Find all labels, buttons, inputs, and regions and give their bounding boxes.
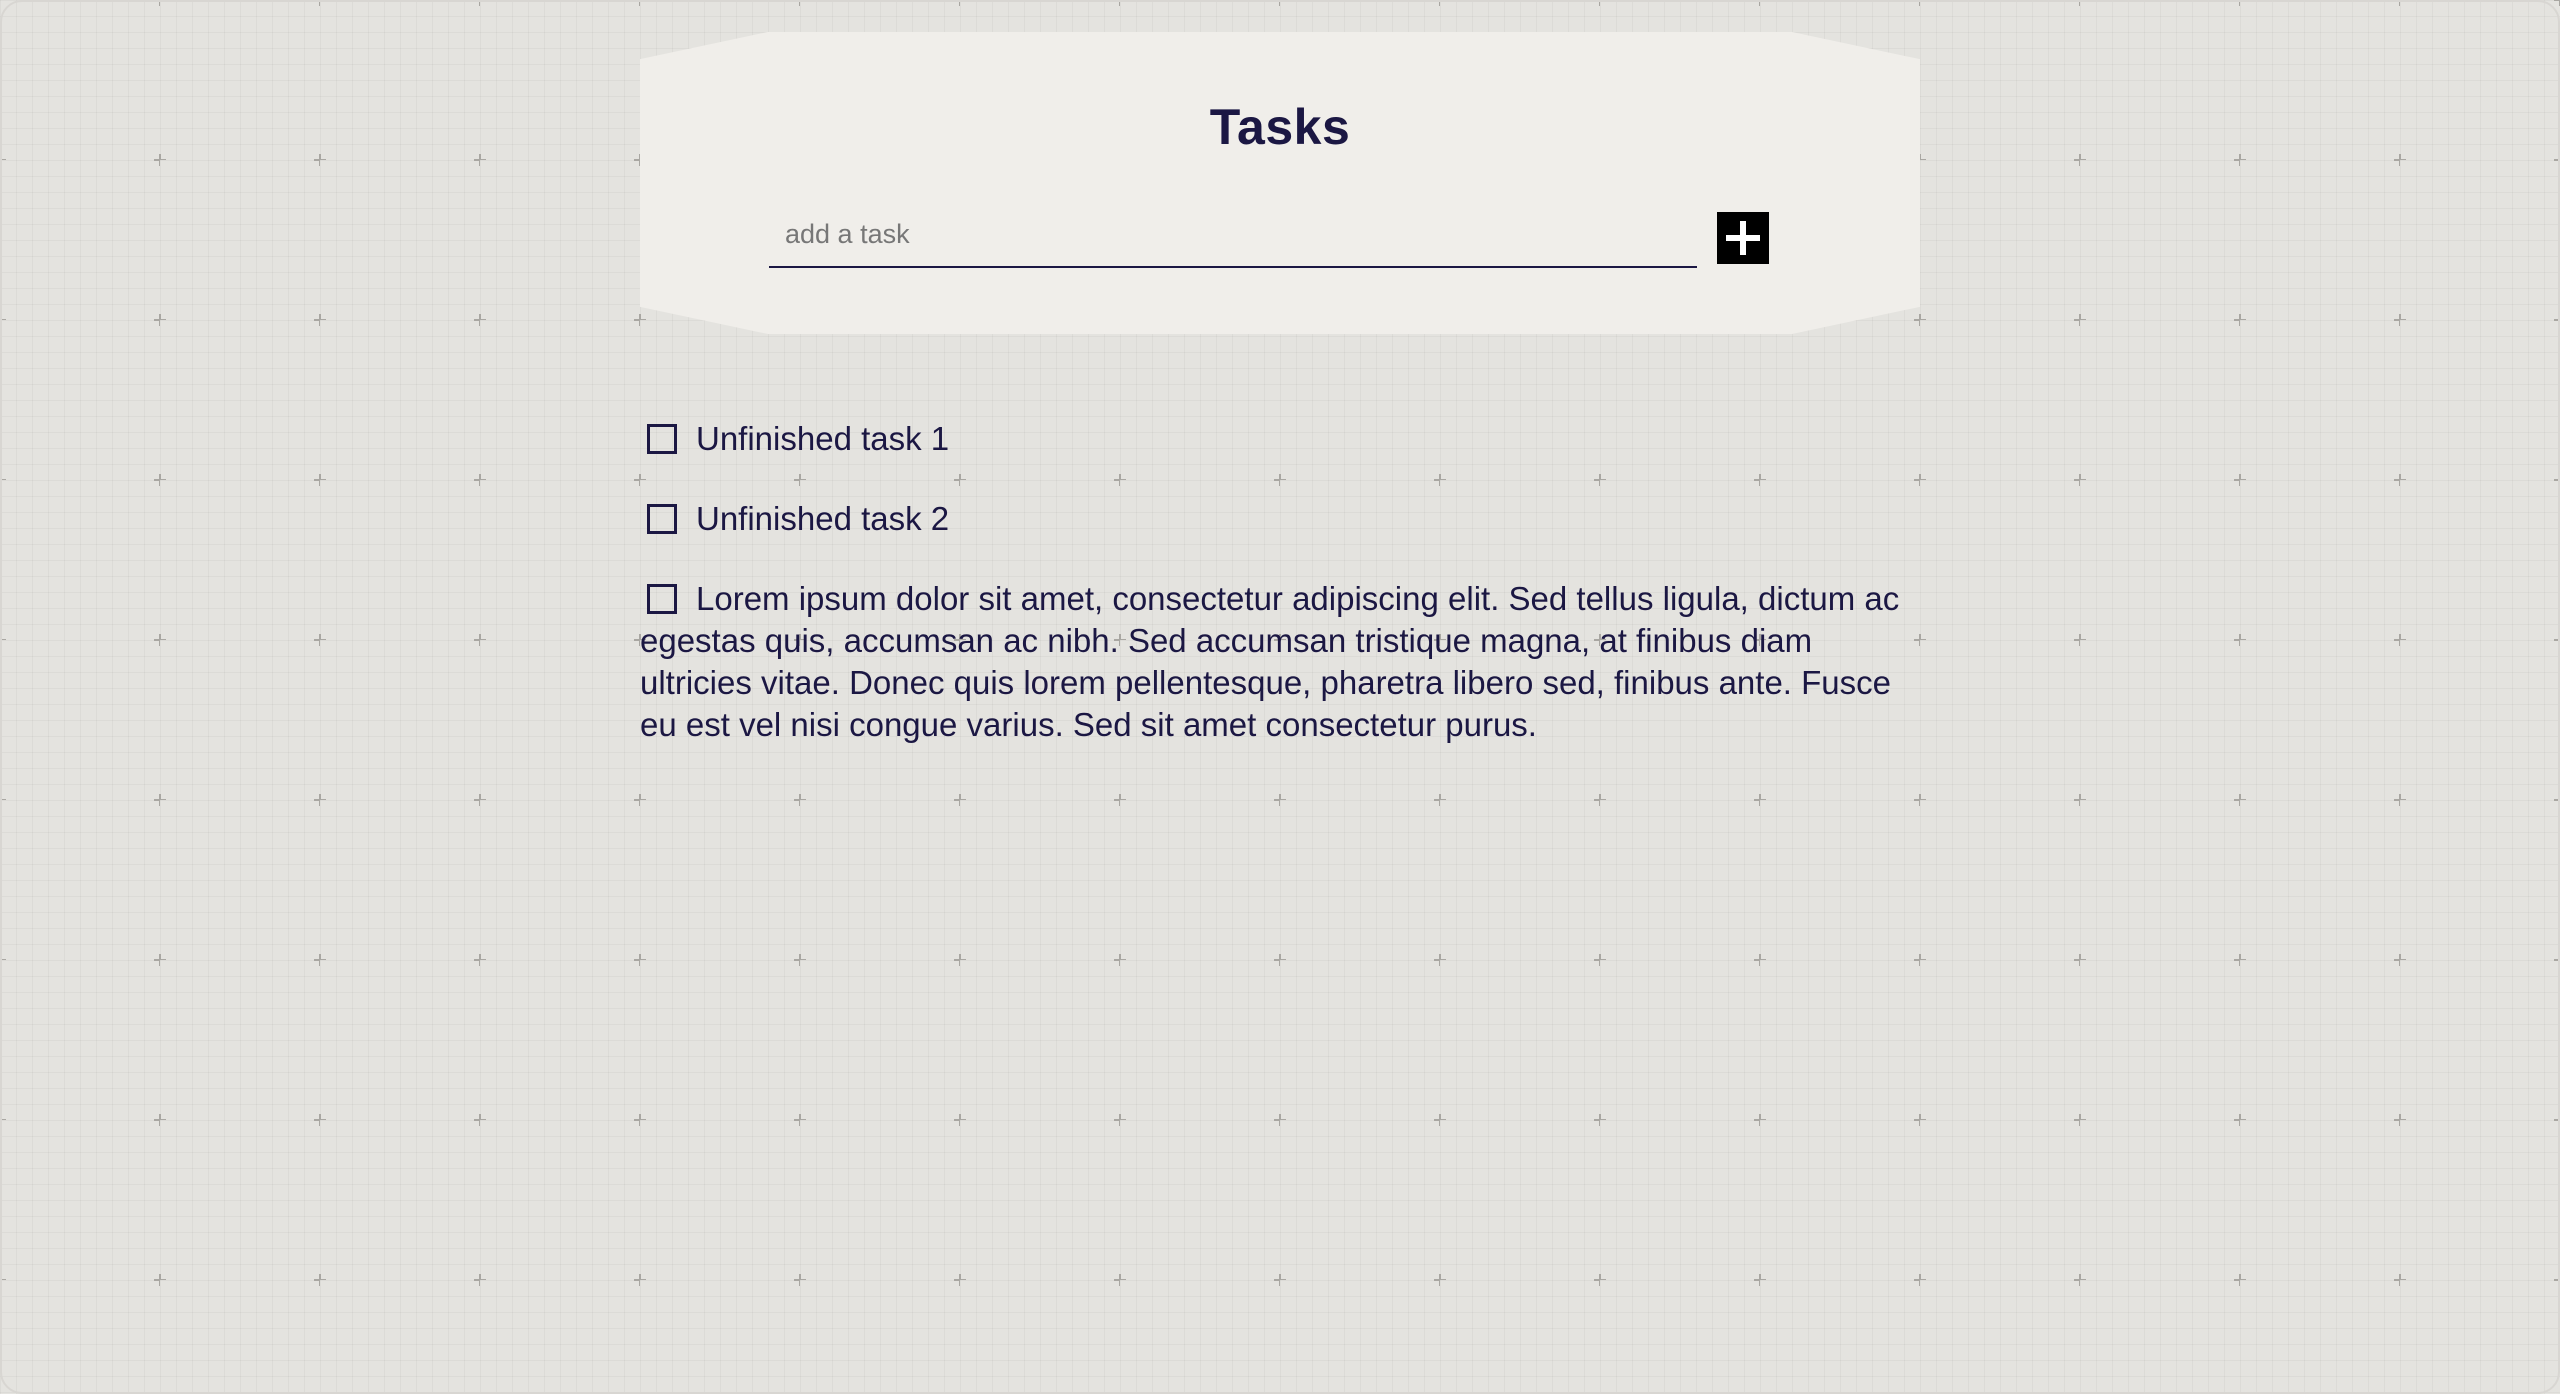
task-checkbox[interactable] bbox=[647, 504, 677, 534]
header-card: Tasks bbox=[640, 32, 1920, 334]
task-checkbox[interactable] bbox=[647, 584, 677, 614]
task-list: Unfinished task 1 Unfinished task 2 Lore… bbox=[640, 418, 1920, 784]
task-item: Unfinished task 2 bbox=[640, 498, 1920, 540]
task-item: Lorem ipsum dolor sit amet, consectetur … bbox=[640, 578, 1920, 746]
page-title: Tasks bbox=[1209, 99, 1351, 155]
add-task-button[interactable] bbox=[1717, 212, 1769, 264]
task-label: Lorem ipsum dolor sit amet, consectetur … bbox=[640, 580, 1900, 743]
plus-icon bbox=[1726, 221, 1760, 255]
task-label: Unfinished task 2 bbox=[696, 500, 950, 537]
task-label: Unfinished task 1 bbox=[696, 420, 950, 457]
add-task-input[interactable] bbox=[769, 210, 1697, 268]
task-item: Unfinished task 1 bbox=[640, 418, 1920, 460]
task-checkbox[interactable] bbox=[647, 424, 677, 454]
